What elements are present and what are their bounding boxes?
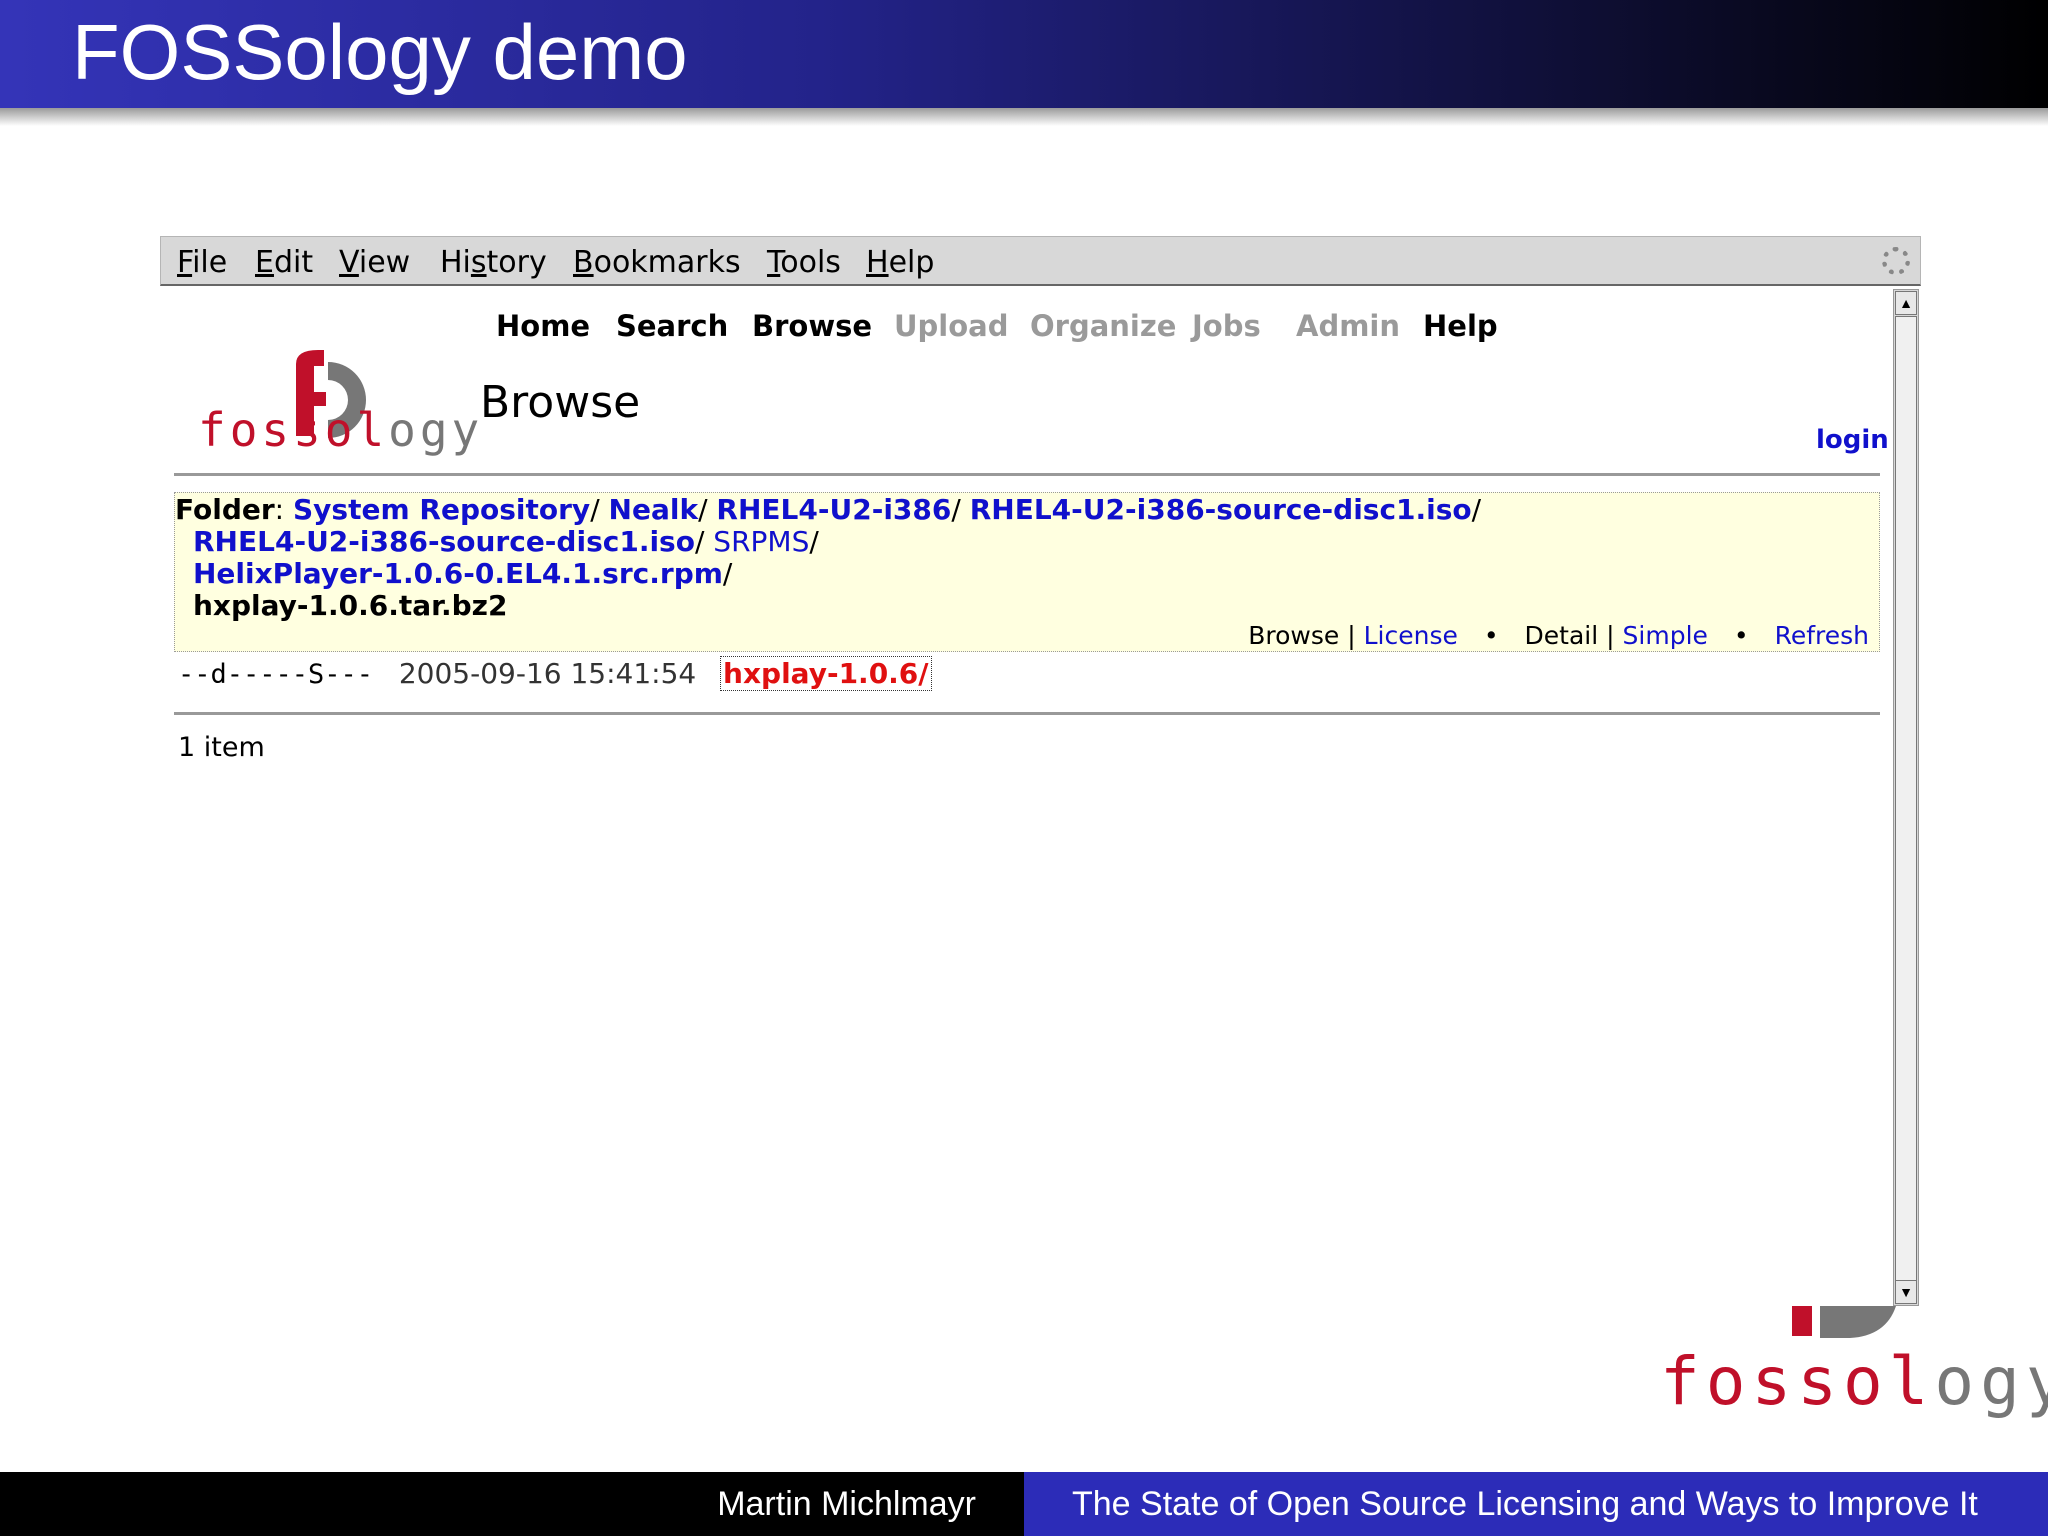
breadcrumb-rhel4-u2-i386[interactable]: RHEL4-U2-i386 (716, 493, 951, 526)
footer-right: The State of Open Source Licensing and W… (1024, 1472, 2048, 1536)
view-detail: Detail (1524, 621, 1599, 650)
menu-history[interactable]: History (440, 245, 547, 280)
separator-dot: • (1733, 621, 1749, 650)
menu-help[interactable]: Help (866, 245, 934, 280)
scroll-thumb[interactable] (1895, 316, 1917, 1282)
breadcrumb-system-repository[interactable]: System Repository (293, 493, 590, 526)
nav-admin[interactable]: Admin (1296, 309, 1400, 343)
view-simple-link[interactable]: Simple (1623, 621, 1708, 650)
nav-browse[interactable]: Browse (752, 309, 872, 343)
view-browse: Browse (1248, 621, 1340, 650)
breadcrumb-current-file: hxplay-1.0.6.tar.bz2 (193, 589, 508, 622)
footer-left: Martin Michlmayr (0, 1472, 1024, 1536)
throbber-icon (1882, 247, 1910, 275)
entry-permissions: --d-----S--- (178, 659, 374, 690)
nav-organize[interactable]: Organize (1030, 309, 1176, 343)
breadcrumb-line-1: Folder: System Repository/ Nealk/ RHEL4-… (175, 493, 1482, 526)
nav-upload[interactable]: Upload (894, 309, 1009, 343)
breadcrumb-helixplayer-rpm[interactable]: HelixPlayer-1.0.6-0.EL4.1.src.rpm (193, 557, 723, 590)
folder-breadcrumb-box: Folder: System Repository/ Nealk/ RHEL4-… (174, 492, 1880, 652)
list-item: --d-----S--- 2005-09-16 15:41:54 hxplay-… (178, 656, 932, 691)
breadcrumb-nealk[interactable]: Nealk (609, 493, 699, 526)
item-count: 1 item (178, 732, 265, 763)
footer-title: The State of Open Source Licensing and W… (1072, 1485, 1978, 1523)
menu-tools[interactable]: Tools (767, 245, 841, 280)
list-divider (174, 712, 1880, 715)
corner-logo-mark-icon (1792, 1306, 1896, 1338)
login-link[interactable]: login (1816, 425, 1889, 455)
header-divider (174, 473, 1880, 476)
folder-label: Folder (175, 493, 275, 526)
slide-title: FOSSology demo (72, 8, 688, 96)
scroll-up-arrow-icon[interactable]: ▲ (1895, 291, 1917, 315)
nav-search[interactable]: Search (616, 309, 728, 343)
refresh-link[interactable]: Refresh (1775, 621, 1869, 650)
corner-logo-word: fossology (1660, 1343, 2048, 1420)
separator-dot: • (1483, 621, 1499, 650)
menu-edit[interactable]: Edit (255, 245, 313, 280)
nav-jobs[interactable]: Jobs (1192, 309, 1261, 343)
title-bar-shadow (0, 108, 2048, 126)
breadcrumb-source-disc-upload[interactable]: RHEL4-U2-i386-source-disc1.iso (970, 493, 1472, 526)
breadcrumb-srpms[interactable]: SRPMS (713, 525, 809, 558)
view-options: Browse | License • Detail | Simple • Ref… (1248, 621, 1869, 650)
page-title: Browse (480, 377, 641, 428)
breadcrumb-line-3: HelixPlayer-1.0.6-0.EL4.1.src.rpm/ (193, 557, 733, 590)
menu-view[interactable]: View (339, 245, 410, 280)
footer-author: Martin Michlmayr (717, 1485, 976, 1523)
vertical-scrollbar[interactable]: ▲ ▼ (1893, 289, 1919, 1306)
scroll-down-arrow-icon[interactable]: ▼ (1895, 1280, 1917, 1304)
menu-file[interactable]: File (177, 245, 227, 280)
browser-window: File Edit View History Bookmarks Tools H… (160, 236, 1923, 1306)
browser-menubar: File Edit View History Bookmarks Tools H… (160, 236, 1921, 286)
slide-title-bar: FOSSology demo (0, 0, 2048, 108)
breadcrumb-line-2: RHEL4-U2-i386-source-disc1.iso/ SRPMS/ (193, 525, 819, 558)
view-license-link[interactable]: License (1364, 621, 1458, 650)
breadcrumb-line-4: hxplay-1.0.6.tar.bz2 (193, 589, 507, 622)
menu-bookmarks[interactable]: Bookmarks (573, 245, 741, 280)
nav-help[interactable]: Help (1423, 309, 1498, 343)
breadcrumb-iso[interactable]: RHEL4-U2-i386-source-disc1.iso (193, 525, 695, 558)
slide-footer: Martin Michlmayr The State of Open Sourc… (0, 1472, 2048, 1536)
entry-name-link[interactable]: hxplay-1.0.6/ (720, 656, 932, 691)
entry-date: 2005-09-16 15:41:54 (398, 657, 697, 690)
nav-home[interactable]: Home (496, 309, 590, 343)
page-content: fossology Home Search Browse Upload Orga… (160, 289, 1890, 1306)
fossology-logo-word: fossology (198, 403, 484, 457)
